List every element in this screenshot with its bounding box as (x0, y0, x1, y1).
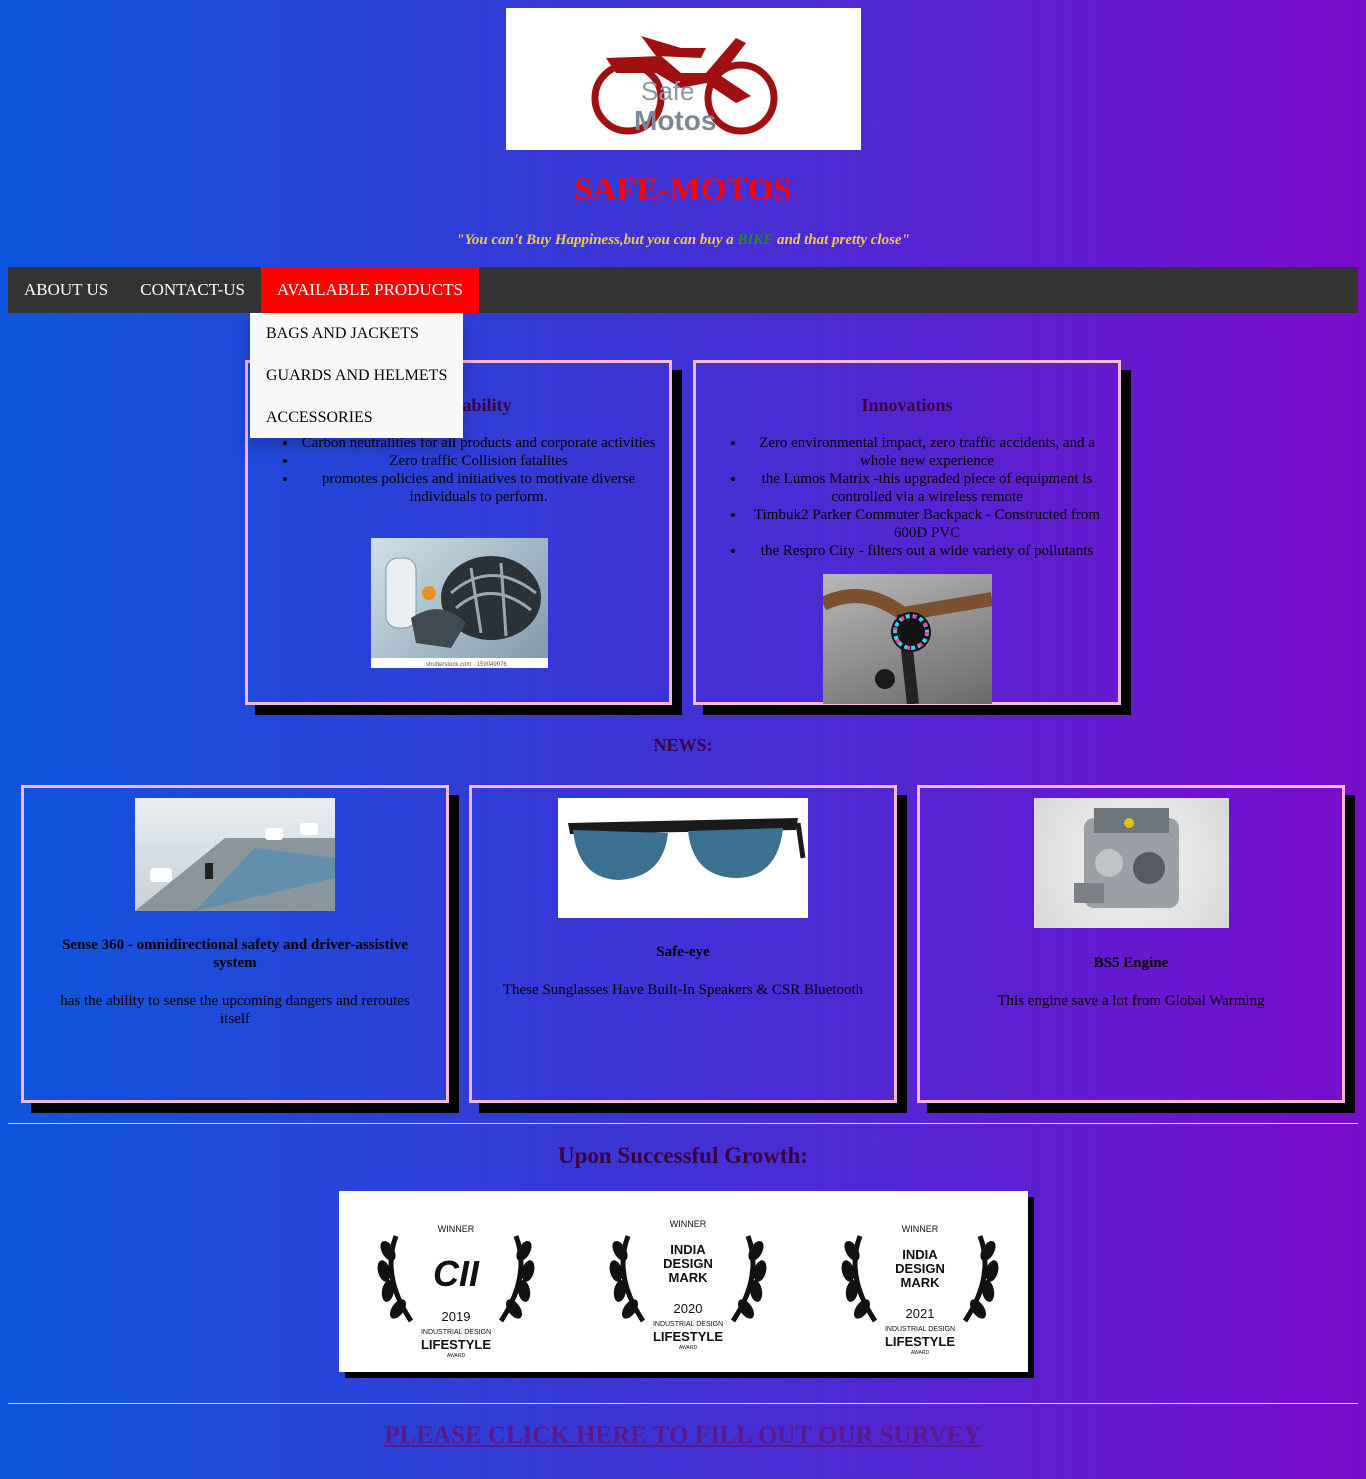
sunglasses-image (558, 798, 808, 918)
tagline-after: and that pretty close" (773, 232, 910, 248)
list-item: the Lumos Matrix -this upgraded piece of… (746, 470, 1108, 506)
svg-text:LIFESTYLE: LIFESTYLE (653, 1329, 723, 1344)
svg-text:2019: 2019 (442, 1309, 471, 1324)
feature-list: Zero environmental impact, zero traffic … (696, 434, 1118, 560)
feature-list: Carbon neutralities for all products and… (248, 434, 669, 506)
svg-text:WINNER: WINNER (902, 1224, 939, 1234)
list-item: Timbuk2 Parker Commuter Backpack - Const… (746, 506, 1108, 542)
svg-text:LIFESTYLE: LIFESTYLE (885, 1334, 955, 1349)
nav-contact-us[interactable]: CONTACT-US (124, 267, 261, 313)
svg-text:Safe: Safe (641, 76, 695, 106)
dropdown-item-accessories[interactable]: ACCESSORIES (250, 397, 463, 439)
logo: Safe Motos (506, 8, 861, 150)
products-dropdown: BAGS AND JACKETS GUARDS AND HELMETS ACCE… (250, 313, 463, 438)
tagline-before: "You can't Buy Happiness,but you can buy… (456, 232, 738, 248)
lumos-matrix-image (823, 574, 992, 704)
list-item: the Respro City - filters out a wide var… (746, 542, 1108, 560)
helmet-gear-image: shutterstock.com · 159049976 (371, 538, 548, 668)
svg-text:INDUSTRIAL DESIGN: INDUSTRIAL DESIGN (421, 1329, 491, 1336)
survey-link[interactable]: PLEASE CLICK HERE TO FILL OUT OUR SURVEY (0, 1422, 1366, 1450)
awards-banner: WINNER CII 2019 INDUSTRIAL DESIGN LIFEST… (339, 1191, 1028, 1372)
award-idm-2021: WINNER INDIA DESIGN MARK 2021 INDUSTRIAL… (839, 1224, 1000, 1356)
nav-available-products[interactable]: AVAILABLE PRODUCTS (260, 267, 479, 313)
tagline-highlight: BIKE (737, 232, 774, 248)
sense-360-image (135, 798, 335, 911)
svg-text:LIFESTYLE: LIFESTYLE (421, 1337, 491, 1352)
divider (8, 1403, 1358, 1404)
main-navbar: ABOUT US CONTACT-US AVAILABLE PRODUCTS (8, 267, 1358, 313)
news-item-title: Safe-eye (656, 944, 710, 960)
dropdown-item-bags-jackets[interactable]: BAGS AND JACKETS (250, 313, 463, 355)
news-item-title: Sense 360 - omnidirectional safety and d… (62, 937, 408, 971)
svg-text:INDUSTRIAL DESIGN: INDUSTRIAL DESIGN (653, 1321, 723, 1328)
feature-card-innovations: Innovations Zero environmental impact, z… (693, 360, 1121, 705)
news-item-title: BS5 Engine (1093, 955, 1169, 971)
award-cii-2019: WINNER CII 2019 INDUSTRIAL DESIGN LIFEST… (375, 1224, 536, 1359)
news-card-safe-eye: Safe-eye These Sunglasses Have Built-In … (469, 785, 897, 1103)
svg-text:AWARD: AWARD (911, 1350, 930, 1356)
news-heading: NEWS: (653, 735, 713, 755)
site-title: SAFE-MOTOS (574, 172, 792, 208)
svg-text:WINNER: WINNER (438, 1224, 475, 1234)
svg-text:shutterstock.com · 159049976: shutterstock.com · 159049976 (426, 662, 507, 668)
news-item-text: has the ability to sense the upcoming da… (60, 993, 410, 1027)
svg-text:WINNER: WINNER (670, 1219, 707, 1229)
nav-about-us[interactable]: ABOUT US (8, 267, 124, 313)
svg-text:AWARD: AWARD (447, 1353, 466, 1359)
motorcycle-logo-icon: Safe Motos (591, 36, 778, 136)
divider (8, 1123, 1358, 1124)
list-item: Zero environmental impact, zero traffic … (746, 434, 1108, 470)
news-item-text: This engine save a lot from Global Warmi… (997, 993, 1265, 1009)
list-item: promotes policies and initiatives to mot… (298, 470, 659, 506)
svg-text:2020: 2020 (674, 1301, 703, 1316)
tagline: "You can't Buy Happiness,but you can buy… (0, 232, 1366, 249)
svg-text:AWARD: AWARD (679, 1345, 698, 1351)
dropdown-item-guards-helmets[interactable]: GUARDS AND HELMETS (250, 355, 463, 397)
list-item: Zero traffic Collision fatalites (298, 452, 659, 470)
engine-image (1034, 798, 1229, 928)
svg-text:Motos: Motos (634, 105, 716, 136)
growth-heading: Upon Successful Growth: (557, 1143, 809, 1168)
news-item-text: These Sunglasses Have Built-In Speakers … (502, 982, 864, 998)
feature-title: Innovations (861, 395, 953, 415)
news-card-bs5-engine: BS5 Engine This engine save a lot from G… (917, 785, 1345, 1103)
award-idm-2020: WINNER INDIA DESIGN MARK 2020 INDUSTRIAL… (607, 1219, 768, 1351)
news-card-sense-360: Sense 360 - omnidirectional safety and d… (21, 785, 449, 1103)
svg-text:INDUSTRIAL DESIGN: INDUSTRIAL DESIGN (885, 1326, 955, 1333)
svg-text:CII: CII (433, 1253, 480, 1294)
svg-text:2021: 2021 (906, 1306, 935, 1321)
